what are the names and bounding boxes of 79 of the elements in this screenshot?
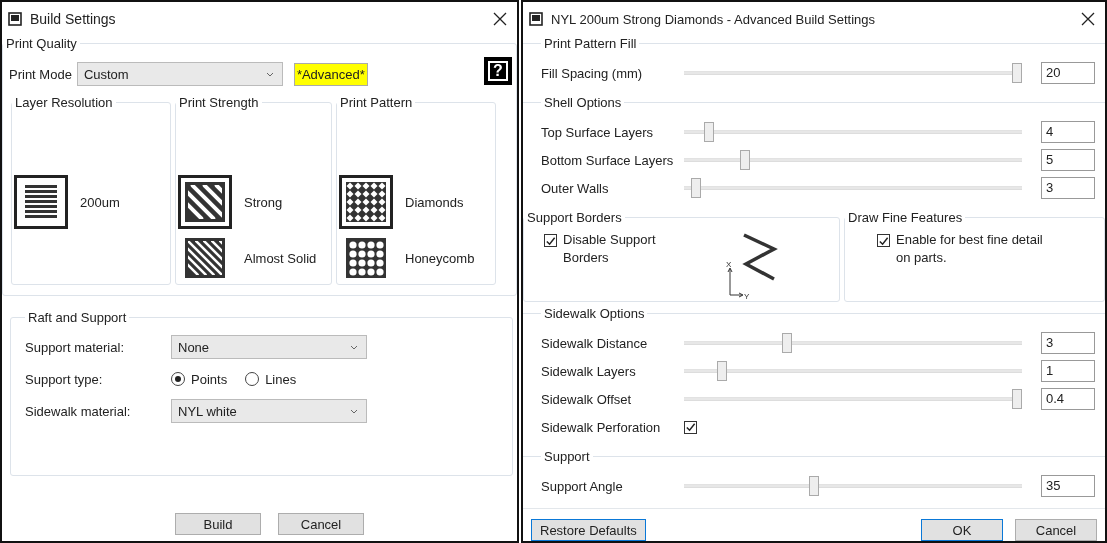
field-label: Support type: bbox=[25, 371, 104, 387]
option-tile[interactable] bbox=[14, 175, 68, 229]
value-field[interactable]: 35 bbox=[1041, 475, 1095, 497]
window-title: NYL 200um Strong Diamonds - Advanced Build Settings bbox=[551, 11, 876, 27]
field-label: Print Mode bbox=[9, 66, 72, 82]
group-title: Print Strength bbox=[178, 95, 260, 110]
setting-label: Fill Spacing (mm) bbox=[541, 65, 644, 81]
field-label: Support material: bbox=[25, 339, 125, 355]
option-label: 200um bbox=[80, 194, 120, 210]
option-tile[interactable] bbox=[339, 175, 393, 229]
radio-label[interactable]: Lines bbox=[265, 371, 297, 387]
setting-label: Outer Walls bbox=[541, 180, 610, 196]
value-field[interactable]: 5 bbox=[1041, 149, 1095, 171]
caret-icon bbox=[350, 344, 358, 350]
caret-icon bbox=[350, 408, 358, 414]
setting-label: Sidewalk Offset bbox=[541, 391, 633, 407]
help-button[interactable]: ? bbox=[484, 57, 512, 85]
lattice-icon bbox=[346, 182, 386, 222]
group-title: Layer Resolution bbox=[14, 95, 114, 110]
slider-thumb[interactable] bbox=[716, 361, 727, 381]
group-title: Sidewalk Options bbox=[543, 306, 646, 321]
setting-label: Top Surface Layers bbox=[541, 124, 654, 140]
sidewalk-material-dropdown[interactable]: NYL white bbox=[171, 399, 367, 423]
honeycomb-icon bbox=[346, 238, 386, 278]
checkbox[interactable] bbox=[544, 234, 557, 247]
value-field[interactable]: 3 bbox=[1041, 177, 1095, 199]
checkbox-label[interactable]: Disable Support Borders bbox=[563, 231, 684, 267]
option-label: Honeycomb bbox=[405, 250, 475, 266]
slider-thumb[interactable] bbox=[703, 122, 714, 142]
stripes-icon bbox=[185, 238, 225, 278]
zigzag-diagram-drawing: X Y bbox=[724, 231, 784, 301]
value-field[interactable]: 1 bbox=[1041, 360, 1095, 382]
stripes-icon bbox=[185, 182, 225, 222]
radio-label[interactable]: Points bbox=[191, 371, 228, 387]
option-label: Strong bbox=[244, 194, 283, 210]
group-title: Print Pattern bbox=[339, 95, 414, 110]
close-icon[interactable] bbox=[493, 12, 507, 26]
setting-label: Sidewalk Distance bbox=[541, 335, 649, 351]
group-title: Shell Options bbox=[543, 95, 623, 110]
dialog-button[interactable]: OK bbox=[921, 519, 1003, 541]
window-icon bbox=[8, 12, 22, 26]
setting-label: Bottom Surface Layers bbox=[541, 152, 675, 168]
value-field[interactable]: 4 bbox=[1041, 121, 1095, 143]
dialog-button[interactable]: Cancel bbox=[278, 513, 364, 535]
setting-label: Sidewalk Layers bbox=[541, 363, 637, 379]
caret-icon bbox=[265, 71, 274, 77]
group-title: Support bbox=[543, 449, 591, 464]
window-icon bbox=[529, 12, 543, 26]
field-label: Sidewalk material: bbox=[25, 403, 132, 419]
option-label: Diamonds bbox=[405, 194, 464, 210]
checkbox[interactable] bbox=[877, 234, 890, 247]
slider-thumb[interactable] bbox=[1012, 63, 1022, 83]
slider-thumb[interactable] bbox=[782, 333, 793, 353]
value-field[interactable]: 3 bbox=[1041, 332, 1095, 354]
setting-label: Sidewalk Perforation bbox=[541, 419, 662, 435]
checkbox[interactable] bbox=[684, 420, 697, 434]
close-icon[interactable] bbox=[1081, 12, 1095, 26]
group-title: Print Quality bbox=[5, 36, 78, 51]
option-tile[interactable] bbox=[178, 175, 232, 229]
dialog-button[interactable]: Build bbox=[175, 513, 261, 535]
slider-thumb[interactable] bbox=[1012, 389, 1022, 409]
window-title: Build Settings bbox=[30, 11, 117, 27]
support-material-dropdown[interactable]: None bbox=[171, 335, 367, 359]
dialog-button[interactable]: Cancel bbox=[1015, 519, 1097, 541]
group-title: Raft and Support bbox=[27, 310, 128, 325]
advanced-badge[interactable]: *Advanced* bbox=[293, 62, 368, 86]
slider-thumb[interactable] bbox=[808, 476, 819, 496]
print-mode-dropdown[interactable]: Custom bbox=[76, 62, 283, 86]
value-field[interactable]: 0.4 bbox=[1041, 388, 1095, 410]
value-field[interactable]: 20 bbox=[1041, 62, 1095, 84]
checkbox-label[interactable]: Enable for best fine detail on parts. bbox=[896, 231, 1047, 267]
group-title: Print Pattern Fill bbox=[543, 36, 638, 51]
slider-thumb[interactable] bbox=[739, 150, 750, 170]
restore-defaults-button[interactable]: Restore Defaults bbox=[531, 519, 646, 541]
group-title: Support Borders bbox=[526, 210, 623, 225]
option-label: Almost Solid bbox=[244, 250, 317, 266]
group-title: Draw Fine Features bbox=[847, 210, 964, 225]
slider-thumb[interactable] bbox=[690, 178, 701, 198]
setting-label: Support Angle bbox=[541, 478, 624, 494]
